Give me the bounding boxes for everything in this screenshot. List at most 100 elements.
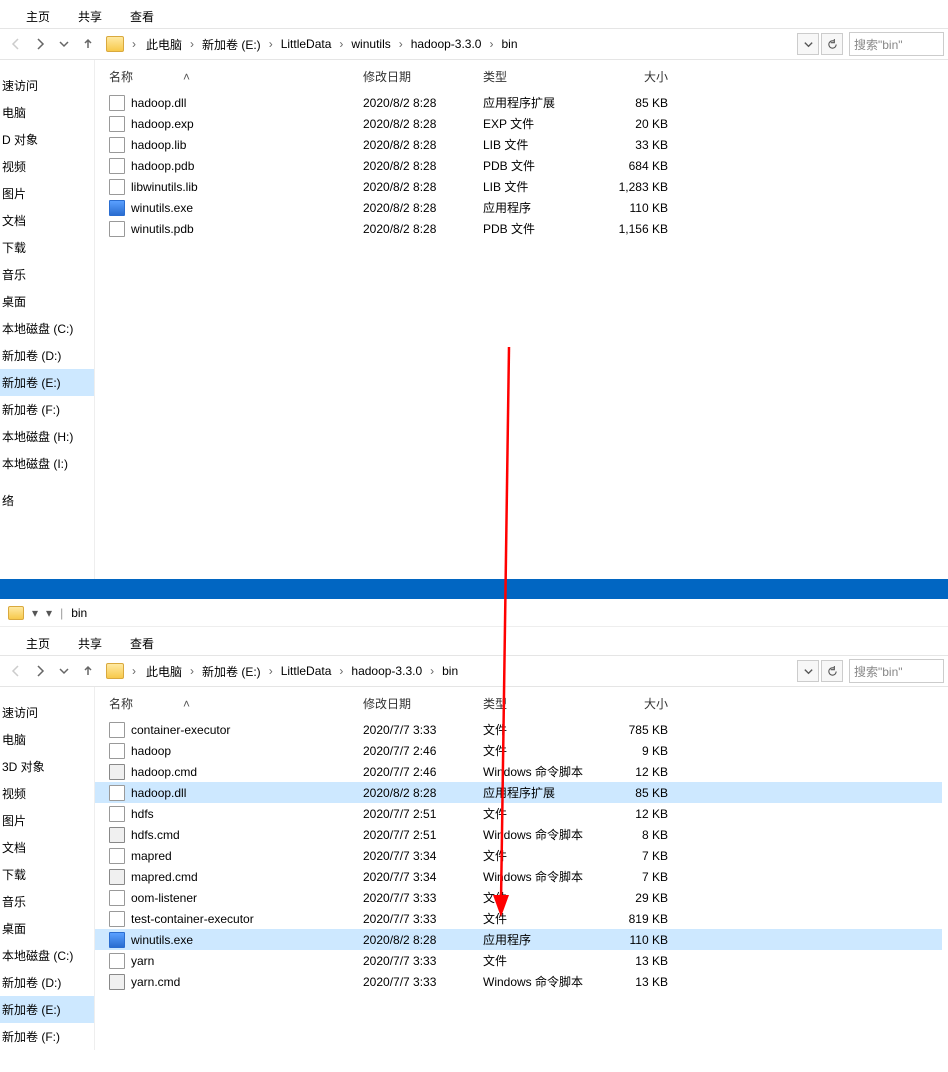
nav-forward-button[interactable]	[28, 32, 52, 56]
breadcrumb-segment[interactable]: hadoop-3.3.0	[345, 664, 428, 678]
sidebar-item[interactable]: 文档	[0, 834, 94, 861]
file-row[interactable]: hadoop.dll2020/8/2 8:28应用程序扩展85 KB	[95, 92, 942, 113]
sidebar-item[interactable]: 3D 对象	[0, 753, 94, 780]
file-row[interactable]: hadoop.pdb2020/8/2 8:28PDB 文件684 KB	[95, 155, 942, 176]
file-row[interactable]: mapred.cmd2020/7/7 3:34Windows 命令脚本7 KB	[95, 866, 942, 887]
breadcrumb[interactable]: 此电脑›新加卷 (E:)›LittleData›hadoop-3.3.0›bin	[138, 663, 795, 680]
breadcrumb[interactable]: 此电脑›新加卷 (E:)›LittleData›winutils›hadoop-…	[138, 36, 795, 53]
breadcrumb-segment[interactable]: LittleData	[275, 37, 338, 51]
tab-home[interactable]: 主页	[12, 631, 64, 656]
sidebar-item[interactable]: 下载	[0, 861, 94, 888]
nav-back-button[interactable]	[4, 32, 28, 56]
sidebar-item[interactable]: 音乐	[0, 888, 94, 915]
sidebar-item[interactable]: 本地磁盘 (C:)	[0, 315, 94, 342]
col-type[interactable]: 类型	[483, 695, 598, 712]
sidebar-item[interactable]: 新加卷 (F:)	[0, 1023, 94, 1050]
sidebar-item[interactable]: 本地磁盘 (H:)	[0, 423, 94, 450]
sidebar-item[interactable]: 桌面	[0, 288, 94, 315]
refresh-button[interactable]	[821, 660, 843, 682]
file-row[interactable]: hdfs2020/7/7 2:51文件12 KB	[95, 803, 942, 824]
sidebar-item[interactable]: 速访问	[0, 699, 94, 726]
file-list[interactable]: 名称˄ 修改日期 类型 大小 container-executor2020/7/…	[95, 687, 948, 1050]
col-name[interactable]: 名称˄	[103, 68, 363, 85]
sidebar-item[interactable]: 新加卷 (D:)	[0, 969, 94, 996]
search-input[interactable]: 搜索"bin"	[849, 32, 944, 56]
sidebar-item[interactable]: 音乐	[0, 261, 94, 288]
sidebar-item[interactable]: 新加卷 (F:)	[0, 396, 94, 423]
file-row[interactable]: winutils.exe2020/8/2 8:28应用程序110 KB	[95, 197, 942, 218]
file-row[interactable]: hadoop.cmd2020/7/7 2:46Windows 命令脚本12 KB	[95, 761, 942, 782]
search-input[interactable]: 搜索"bin"	[849, 659, 944, 683]
tab-home[interactable]: 主页	[12, 4, 64, 29]
sidebar-item[interactable]: 电脑	[0, 726, 94, 753]
sidebar-item[interactable]: D 对象	[0, 126, 94, 153]
qat-overflow-icon[interactable]: ▾	[46, 606, 52, 620]
col-type[interactable]: 类型	[483, 68, 598, 85]
tab-view[interactable]: 查看	[116, 4, 168, 29]
file-row[interactable]: winutils.exe2020/8/2 8:28应用程序110 KB	[95, 929, 942, 950]
sidebar-item[interactable]: 图片	[0, 807, 94, 834]
breadcrumb-segment[interactable]: 此电脑	[140, 36, 188, 53]
refresh-button[interactable]	[821, 33, 843, 55]
file-row[interactable]: test-container-executor2020/7/7 3:33文件81…	[95, 908, 942, 929]
col-date[interactable]: 修改日期	[363, 68, 483, 85]
file-row[interactable]: hadoop.dll2020/8/2 8:28应用程序扩展85 KB	[95, 782, 942, 803]
chevron-right-icon: ›	[188, 664, 196, 678]
file-row[interactable]: mapred2020/7/7 3:34文件7 KB	[95, 845, 942, 866]
col-size[interactable]: 大小	[598, 695, 678, 712]
tab-share[interactable]: 共享	[64, 4, 116, 29]
sidebar-item[interactable]: 新加卷 (E:)	[0, 996, 94, 1023]
sidebar-item[interactable]: 桌面	[0, 915, 94, 942]
sidebar-item[interactable]: 本地磁盘 (C:)	[0, 942, 94, 969]
nav-back-button[interactable]	[4, 659, 28, 683]
sidebar-item[interactable]: 下载	[0, 234, 94, 261]
breadcrumb-segment[interactable]: bin	[495, 37, 523, 51]
address-dropdown-button[interactable]	[797, 33, 819, 55]
file-row[interactable]: yarn.cmd2020/7/7 3:33Windows 命令脚本13 KB	[95, 971, 942, 992]
file-list[interactable]: 名称˄ 修改日期 类型 大小 hadoop.dll2020/8/2 8:28应用…	[95, 60, 948, 579]
file-row[interactable]: hadoop2020/7/7 2:46文件9 KB	[95, 740, 942, 761]
file-row[interactable]: winutils.pdb2020/8/2 8:28PDB 文件1,156 KB	[95, 218, 942, 239]
sidebar-item[interactable]: 速访问	[0, 72, 94, 99]
file-row[interactable]: oom-listener2020/7/7 3:33文件29 KB	[95, 887, 942, 908]
nav-recent-dropdown[interactable]	[52, 659, 76, 683]
breadcrumb-segment[interactable]: 此电脑	[140, 663, 188, 680]
col-name[interactable]: 名称˄	[103, 695, 363, 712]
sidebar-item[interactable]: 文档	[0, 207, 94, 234]
nav-up-button[interactable]	[76, 659, 100, 683]
breadcrumb-segment[interactable]: bin	[436, 664, 464, 678]
breadcrumb-segment[interactable]: 新加卷 (E:)	[196, 663, 267, 680]
file-row[interactable]: container-executor2020/7/7 3:33文件785 KB	[95, 719, 942, 740]
file-row[interactable]: yarn2020/7/7 3:33文件13 KB	[95, 950, 942, 971]
sidebar-item[interactable]: 本地磁盘 (I:)	[0, 450, 94, 477]
file-row[interactable]: libwinutils.lib2020/8/2 8:28LIB 文件1,283 …	[95, 176, 942, 197]
tab-share[interactable]: 共享	[64, 631, 116, 656]
nav-forward-button[interactable]	[28, 659, 52, 683]
col-date[interactable]: 修改日期	[363, 695, 483, 712]
file-row[interactable]: hadoop.exp2020/8/2 8:28EXP 文件20 KB	[95, 113, 942, 134]
sidebar-item[interactable]: 络	[0, 487, 94, 514]
column-headers[interactable]: 名称˄ 修改日期 类型 大小	[95, 60, 942, 92]
column-headers[interactable]: 名称˄ 修改日期 类型 大小	[95, 687, 942, 719]
sidebar-item[interactable]: 新加卷 (E:)	[0, 369, 94, 396]
sidebar-item[interactable]: 视频	[0, 153, 94, 180]
breadcrumb-segment[interactable]: winutils	[345, 37, 396, 51]
col-size[interactable]: 大小	[598, 68, 678, 85]
sidebar-item[interactable]: 电脑	[0, 99, 94, 126]
nav-pane[interactable]: 速访问电脑D 对象视频图片文档下载音乐桌面本地磁盘 (C:)新加卷 (D:)新加…	[0, 60, 95, 579]
sidebar-item[interactable]	[0, 477, 94, 487]
sidebar-item[interactable]: 新加卷 (D:)	[0, 342, 94, 369]
nav-pane[interactable]: 速访问电脑3D 对象视频图片文档下载音乐桌面本地磁盘 (C:)新加卷 (D:)新…	[0, 687, 95, 1050]
sidebar-item[interactable]: 图片	[0, 180, 94, 207]
nav-up-button[interactable]	[76, 32, 100, 56]
breadcrumb-segment[interactable]: LittleData	[275, 664, 338, 678]
breadcrumb-segment[interactable]: hadoop-3.3.0	[405, 37, 488, 51]
file-row[interactable]: hdfs.cmd2020/7/7 2:51Windows 命令脚本8 KB	[95, 824, 942, 845]
file-row[interactable]: hadoop.lib2020/8/2 8:28LIB 文件33 KB	[95, 134, 942, 155]
nav-recent-dropdown[interactable]	[52, 32, 76, 56]
address-dropdown-button[interactable]	[797, 660, 819, 682]
breadcrumb-segment[interactable]: 新加卷 (E:)	[196, 36, 267, 53]
sidebar-item[interactable]: 视频	[0, 780, 94, 807]
qat-dropdown-icon[interactable]: ▾	[32, 606, 38, 620]
tab-view[interactable]: 查看	[116, 631, 168, 656]
